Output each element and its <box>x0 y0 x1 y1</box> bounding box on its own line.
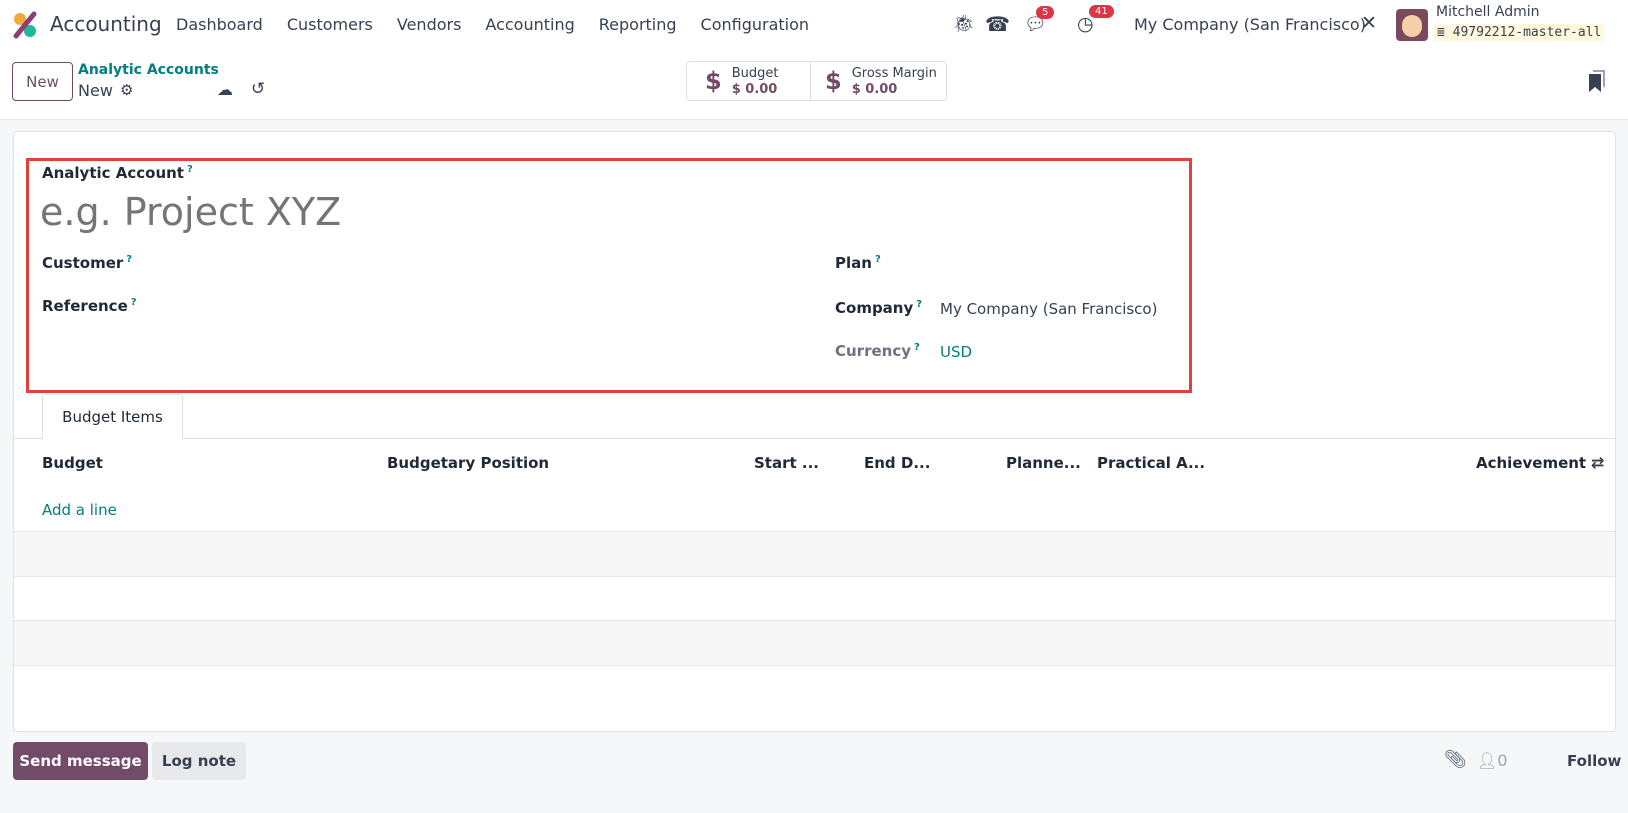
send-message-button[interactable]: Send message <box>13 742 148 780</box>
database-name: 49792212-master-all <box>1452 25 1602 40</box>
save-cloud-icon[interactable]: ☁ <box>217 80 233 99</box>
analytic-account-label: Analytic Account? <box>42 164 193 182</box>
activities-badge: 41 <box>1089 5 1114 18</box>
phone-icon[interactable]: ☎︎ <box>985 12 1010 36</box>
column-budgetary-position[interactable]: Budgetary Position <box>387 454 549 472</box>
dollar-icon: $ <box>825 67 842 95</box>
gross-margin-stat-button[interactable]: $ Gross Margin $ 0.00 <box>810 61 947 101</box>
plan-input[interactable] <box>940 252 1180 278</box>
stat-label: Gross Margin <box>851 65 937 81</box>
menu-accounting[interactable]: Accounting <box>485 15 574 34</box>
column-budget[interactable]: Budget <box>42 454 103 472</box>
avatar[interactable] <box>1396 9 1428 41</box>
budget-stat-button[interactable]: $ Budget $ 0.00 <box>686 61 811 101</box>
paperclip-icon[interactable]: 📎︎ <box>1444 749 1467 770</box>
top-navbar: Accounting Dashboard Customers Vendors A… <box>0 0 1628 50</box>
new-button[interactable]: New <box>12 62 73 101</box>
add-a-line-link[interactable]: Add a line <box>42 501 117 519</box>
help-icon[interactable]: ? <box>131 297 137 308</box>
reference-input[interactable] <box>150 295 790 321</box>
menu-reporting[interactable]: Reporting <box>599 15 677 34</box>
help-icon[interactable]: ? <box>875 254 881 265</box>
stat-label: Budget <box>731 65 779 81</box>
help-icon[interactable]: ? <box>914 342 920 353</box>
tab-budget-items[interactable]: Budget Items <box>42 394 183 439</box>
optional-columns-toggle-icon[interactable]: ⇄ <box>1591 453 1604 472</box>
column-practical[interactable]: Practical A... <box>1097 454 1205 472</box>
followers-count: 0 <box>1497 751 1508 770</box>
control-panel: New Analytic Accounts New ⚙ ☁ ↺ $ Budget… <box>0 50 1628 120</box>
stat-value: $ 0.00 <box>851 81 898 97</box>
database-badge: ≣ 49792212-master-all <box>1434 24 1605 41</box>
followers-button[interactable]: 👤︎0 <box>1477 751 1508 770</box>
column-planned[interactable]: Planne... <box>1006 454 1081 472</box>
activities-clock-icon[interactable]: ◷ 41 <box>1077 5 1114 35</box>
app-name[interactable]: Accounting <box>50 12 162 36</box>
analytic-account-name-input[interactable] <box>40 188 740 236</box>
gear-icon[interactable]: ⚙ <box>120 81 133 99</box>
breadcrumb-analytic-accounts[interactable]: Analytic Accounts <box>78 62 219 78</box>
tabs-divider <box>14 438 1615 439</box>
database-icon: ≣ <box>1437 25 1453 40</box>
user-name[interactable]: Mitchell Admin <box>1436 4 1540 20</box>
menu-dashboard[interactable]: Dashboard <box>176 15 263 34</box>
stat-value: $ 0.00 <box>731 81 778 97</box>
customer-input[interactable] <box>150 252 790 278</box>
tools-icon[interactable]: ✕ <box>1361 12 1377 34</box>
follow-button[interactable]: Follow <box>1567 752 1621 770</box>
discard-undo-icon[interactable]: ↺ <box>251 79 265 99</box>
table-row <box>14 531 1615 576</box>
help-icon[interactable]: ? <box>916 299 922 310</box>
reference-label: Reference? <box>42 297 137 315</box>
customer-label: Customer? <box>42 254 133 272</box>
record-name: New <box>78 81 113 100</box>
bookmark-icon[interactable] <box>1588 70 1606 92</box>
company-value[interactable]: My Company (San Francisco) <box>940 300 1157 318</box>
table-row <box>14 665 1615 666</box>
app-logo-icon[interactable] <box>12 11 38 39</box>
menu-customers[interactable]: Customers <box>287 15 373 34</box>
dollar-icon: $ <box>705 67 722 95</box>
debug-bug-icon[interactable]: 🐞︎ <box>953 14 975 34</box>
column-start-date[interactable]: Start ... <box>754 454 819 472</box>
menu-configuration[interactable]: Configuration <box>701 15 810 34</box>
help-icon[interactable]: ? <box>126 254 132 265</box>
column-end-date[interactable]: End D... <box>864 454 930 472</box>
column-achievement[interactable]: Achievement <box>1476 454 1586 472</box>
messages-icon[interactable]: 💬︎ 5 <box>1024 6 1055 35</box>
user-icon: 👤︎ <box>1477 751 1498 770</box>
messages-badge: 5 <box>1036 6 1055 19</box>
company-switcher[interactable]: My Company (San Francisco) <box>1134 15 1366 34</box>
table-row <box>14 576 1615 621</box>
currency-label: Currency? <box>835 342 920 360</box>
currency-value[interactable]: USD <box>940 343 972 361</box>
log-note-button[interactable]: Log note <box>152 742 246 780</box>
table-row <box>14 620 1615 665</box>
plan-label: Plan? <box>835 254 881 272</box>
menu-vendors[interactable]: Vendors <box>397 15 462 34</box>
company-label: Company? <box>835 299 923 317</box>
help-icon[interactable]: ? <box>187 164 193 175</box>
